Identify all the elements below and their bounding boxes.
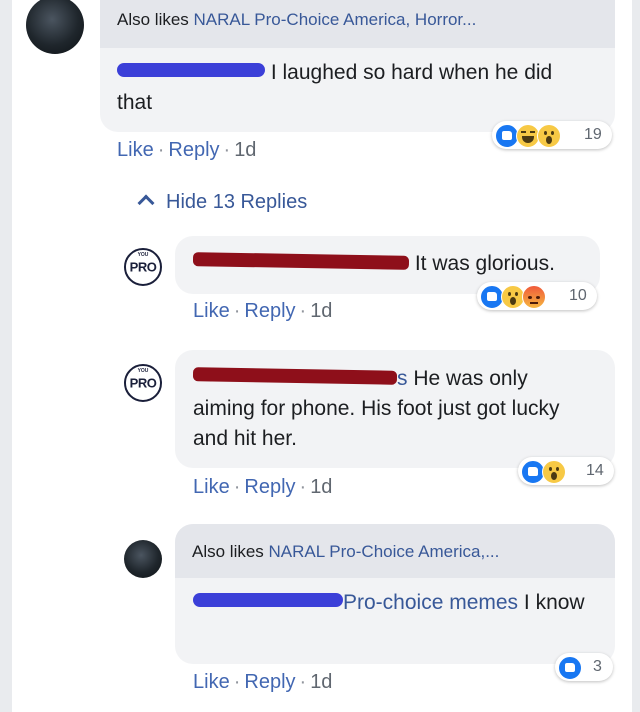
angry-icon: [522, 285, 546, 309]
also-likes-text: Also likes NARAL Pro-Choice America, Hor…: [117, 10, 477, 29]
commenter-name-redacted[interactable]: [192, 367, 398, 385]
wow-icon: [537, 124, 561, 148]
reply-bubble: s He was only aiming for phone. His foot…: [175, 350, 615, 468]
also-likes-pages-link[interactable]: NARAL Pro-Choice America,...: [269, 542, 500, 561]
chevron-up-icon: [137, 194, 155, 212]
reaction-count: 19: [584, 126, 602, 143]
separator: ·: [157, 139, 165, 161]
reaction-summary[interactable]: 19: [492, 121, 612, 149]
like-icon: [558, 656, 582, 680]
commenter-name-redacted[interactable]: [117, 63, 265, 77]
separator: ·: [299, 476, 307, 498]
timestamp[interactable]: 1d: [310, 476, 332, 498]
like-link[interactable]: Like: [193, 300, 230, 322]
reply-link[interactable]: Reply: [244, 671, 295, 693]
reply-link[interactable]: Reply: [244, 300, 295, 322]
reply-text: s He was only aiming for phone. His foot…: [192, 367, 560, 450]
reaction-count: 10: [569, 287, 587, 304]
reaction-count: 3: [593, 658, 602, 675]
like-link[interactable]: Like: [193, 476, 230, 498]
like-link[interactable]: Like: [193, 671, 230, 693]
comment-text: I laughed so hard when he did that: [117, 61, 553, 114]
reaction-summary[interactable]: 14: [518, 457, 614, 485]
separator: ·: [233, 671, 241, 693]
reply-actions: Like · Reply · 1d: [193, 299, 332, 323]
reaction-count: 14: [586, 462, 604, 479]
reply-actions: Like · Reply · 1d: [193, 475, 332, 499]
comment-actions: Like · Reply · 1d: [117, 138, 256, 162]
reply-bubble: Also likes NARAL Pro-Choice America,... …: [175, 524, 615, 664]
wow-icon: [542, 460, 566, 484]
avatar-arc-text: YOU: [137, 368, 149, 374]
avatar-logo-text: PRO: [129, 259, 157, 275]
avatar-arc-text: YOU: [137, 252, 149, 258]
separator: ·: [299, 671, 307, 693]
timestamp[interactable]: 1d: [310, 671, 332, 693]
separator: ·: [299, 300, 307, 322]
separator: ·: [223, 139, 231, 161]
avatar[interactable]: [26, 0, 84, 54]
reaction-summary[interactable]: 10: [477, 282, 597, 310]
reply-actions: Like · Reply · 1d: [193, 670, 332, 694]
comment-bubble: Also likes NARAL Pro-Choice America, Hor…: [100, 0, 615, 132]
avatar[interactable]: [124, 540, 162, 578]
avatar[interactable]: YOU PRO: [124, 364, 162, 402]
separator: ·: [233, 300, 241, 322]
reply-text: It was glorious.: [192, 249, 555, 279]
also-likes-pages-link[interactable]: NARAL Pro-Choice America, Horror...: [194, 10, 477, 29]
left-panel-edge: [0, 0, 12, 712]
timestamp[interactable]: 1d: [234, 139, 256, 161]
separator: ·: [233, 476, 241, 498]
timestamp[interactable]: 1d: [310, 300, 332, 322]
right-scroll-edge: [632, 0, 640, 712]
avatar-logo-text: PRO: [129, 375, 157, 391]
also-likes-text: Also likes NARAL Pro-Choice America,...: [192, 542, 500, 561]
avatar[interactable]: YOU PRO: [124, 248, 162, 286]
mention-link[interactable]: Pro-choice memes: [343, 591, 518, 614]
commenter-name-redacted[interactable]: [192, 252, 410, 270]
reply-text: Pro-choice memes I know: [193, 588, 593, 618]
reply-link[interactable]: Reply: [168, 139, 219, 161]
commenter-name-redacted[interactable]: [193, 593, 343, 607]
like-link[interactable]: Like: [117, 139, 154, 161]
reaction-summary[interactable]: 3: [555, 653, 613, 681]
commenter-name-tail[interactable]: s: [397, 367, 408, 390]
reply-link[interactable]: Reply: [244, 476, 295, 498]
hide-replies-button[interactable]: Hide 13 Replies: [136, 190, 307, 214]
